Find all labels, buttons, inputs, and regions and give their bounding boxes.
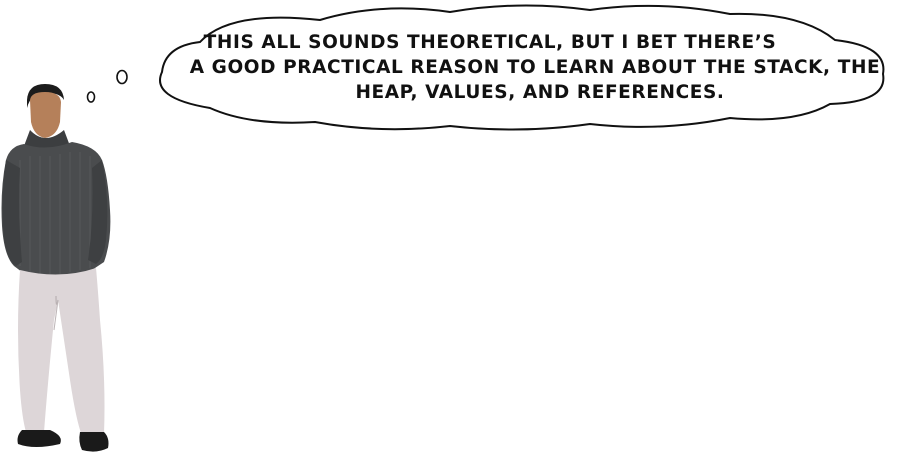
face bbox=[30, 92, 61, 138]
left-arm bbox=[2, 160, 23, 266]
person-figure bbox=[1, 84, 111, 452]
thought-bubble-text: THIS ALL SOUNDS THEORETICAL, BUT I BET T… bbox=[170, 30, 890, 105]
thought-line-2: A GOOD PRACTICAL REASON TO LEARN ABOUT T… bbox=[189, 57, 881, 78]
right-shoe bbox=[79, 432, 109, 452]
pants bbox=[18, 268, 105, 436]
thought-line-3: HEAP, VALUES, AND REFERENCES. bbox=[355, 82, 725, 103]
thought-line-1: THIS ALL SOUNDS THEORETICAL, BUT I BET T… bbox=[203, 32, 777, 53]
thought-circle-small bbox=[86, 91, 96, 103]
thought-circle-medium bbox=[116, 69, 128, 85]
left-shoe bbox=[17, 430, 61, 447]
